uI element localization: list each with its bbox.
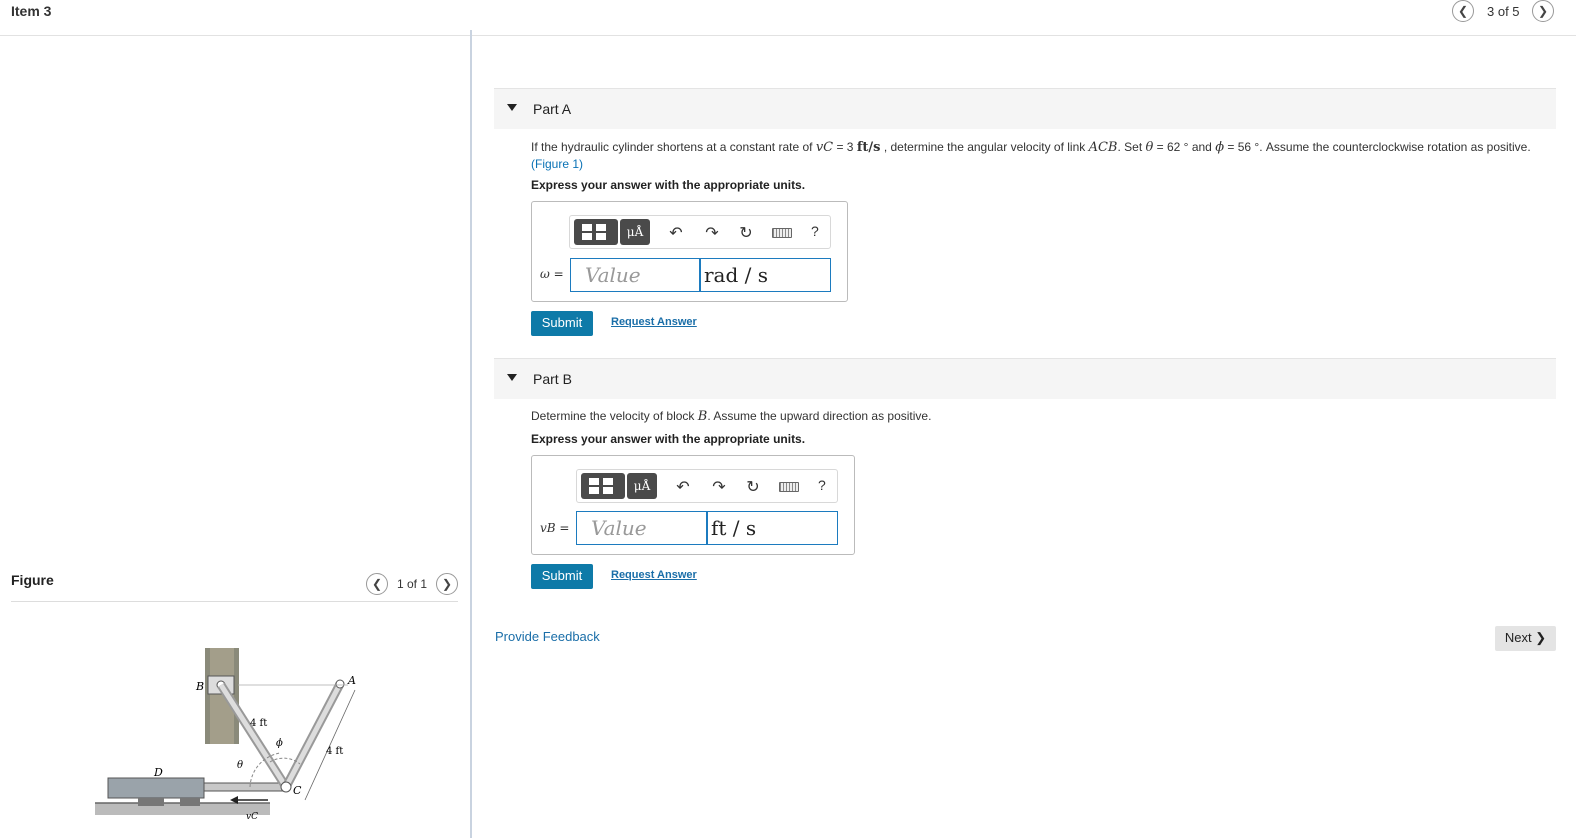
figure-divider	[11, 601, 458, 602]
label-vc: vC	[246, 812, 258, 822]
mechanism-figure: B A C D 4 ft 4 ft θ ϕ vC	[95, 648, 356, 822]
piston-rod	[203, 782, 285, 792]
part-a-unit-input[interactable]: rad / s	[700, 258, 831, 292]
part-a-express: Express your answer with the appropriate…	[531, 178, 806, 192]
panel-divider[interactable]	[470, 30, 472, 838]
redo-icon[interactable]: ↷	[702, 223, 722, 243]
part-b-question: Determine the velocity of block B. Assum…	[531, 409, 932, 424]
help-button[interactable]: ?	[811, 223, 819, 239]
item-title: Item 3	[11, 3, 52, 19]
label-phi: ϕ	[276, 738, 283, 749]
units-button[interactable]: μÅ	[627, 473, 657, 499]
label-theta: θ	[237, 760, 243, 771]
label-c: C	[293, 784, 302, 797]
part-b-express: Express your answer with the appropriate…	[531, 432, 806, 446]
part-b-unit-input[interactable]: ft / s	[707, 511, 838, 545]
chevron-right-icon: ❯	[441, 577, 453, 591]
item-pager: 3 of 5	[1487, 4, 1520, 19]
part-b-title: Part B	[533, 371, 572, 387]
provide-feedback-link[interactable]: Provide Feedback	[495, 629, 600, 644]
part-a-submit-button[interactable]: Submit	[531, 311, 593, 336]
omega-label: ω =	[540, 267, 564, 281]
figure-1-link[interactable]: (Figure 1)	[531, 157, 583, 171]
templates-button[interactable]	[581, 473, 625, 499]
label-b: B	[195, 680, 204, 693]
part-b-toolbar: μÅ ↶ ↷ ↻ ?	[576, 469, 838, 503]
chevron-right-icon: ❯	[1537, 4, 1549, 18]
undo-icon[interactable]: ↶	[673, 477, 693, 497]
part-a-answer-box: μÅ ↶ ↷ ↻ ? ω = Value rad / s	[531, 201, 848, 302]
next-item-button[interactable]: ❯	[1532, 0, 1554, 22]
part-a-header[interactable]: Part A	[494, 88, 1556, 129]
prev-figure-button[interactable]: ❮	[366, 573, 388, 595]
next-figure-button[interactable]: ❯	[436, 573, 458, 595]
label-length-cb: 4 ft	[250, 718, 267, 729]
templates-button[interactable]	[574, 219, 618, 245]
reset-icon[interactable]: ↻	[743, 477, 763, 497]
prev-item-button[interactable]: ❮	[1452, 0, 1474, 22]
label-d: D	[153, 766, 163, 779]
label-a: A	[347, 674, 356, 687]
chevron-left-icon: ❮	[1457, 4, 1469, 18]
part-a-request-answer[interactable]: Request Answer	[611, 316, 697, 328]
keyboard-icon[interactable]	[772, 228, 792, 238]
figure-label: Figure	[11, 572, 54, 588]
part-a-title: Part A	[533, 101, 572, 117]
figure-pager: 1 of 1	[397, 577, 428, 591]
caret-down-icon	[507, 374, 517, 381]
chevron-left-icon: ❮	[371, 577, 383, 591]
label-length-ca: 4 ft	[326, 746, 343, 757]
part-a-value-input[interactable]: Value	[570, 258, 700, 292]
reset-icon[interactable]: ↻	[736, 223, 756, 243]
keyboard-icon[interactable]	[779, 482, 799, 492]
hydraulic-cylinder	[107, 777, 205, 799]
vb-label: vB =	[540, 521, 570, 535]
part-b-submit-button[interactable]: Submit	[531, 564, 593, 589]
next-button[interactable]: Next ❯	[1495, 626, 1556, 651]
part-a-toolbar: μÅ ↶ ↷ ↻ ?	[569, 215, 831, 249]
undo-icon[interactable]: ↶	[666, 223, 686, 243]
top-bar: Item 3 ❮ 3 of 5 ❯	[0, 0, 1576, 36]
part-b-request-answer[interactable]: Request Answer	[611, 569, 697, 581]
part-b-answer-box: μÅ ↶ ↷ ↻ ? vB = Value ft / s	[531, 455, 855, 555]
units-button[interactable]: μÅ	[620, 219, 650, 245]
redo-icon[interactable]: ↷	[709, 477, 729, 497]
caret-down-icon	[507, 104, 517, 111]
help-button[interactable]: ?	[818, 477, 826, 493]
part-b-header[interactable]: Part B	[494, 358, 1556, 399]
part-b-value-input[interactable]: Value	[576, 511, 707, 545]
part-a-question: If the hydraulic cylinder shortens at a …	[531, 140, 1531, 171]
